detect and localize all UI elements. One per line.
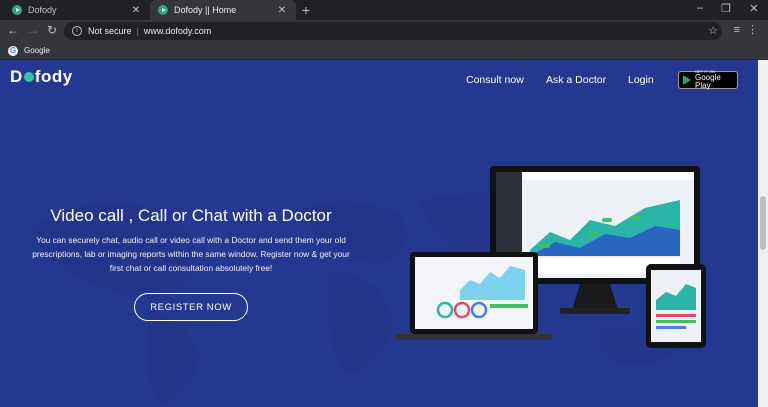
minimize-icon[interactable]: – [693,2,707,14]
close-tab-icon[interactable]: ✕ [276,5,288,16]
close-window-icon[interactable]: ✕ [747,2,761,15]
google-play-badge[interactable]: GET IT ON Google Play [678,70,738,90]
security-label: Not secure [88,26,132,36]
tab-strip: Dofody ✕ Dofody || Home ✕ + – ❐ ✕ [0,0,768,20]
hero-description: You can securely chat, audio call or vid… [32,235,350,273]
arrow-left-icon[interactable]: ← [6,23,20,37]
bookmark-google[interactable]: Google [24,46,50,55]
badge-big-text: Google Play [695,73,721,90]
google-icon: G [8,45,18,56]
divider: | [136,26,139,36]
nav-ask-a-doctor[interactable]: Ask a Doctor [546,74,606,86]
tab-dofody-home[interactable]: Dofody || Home ✕ [150,0,296,20]
tab-title: Dofody || Home [174,5,237,15]
devices-illustration [396,166,706,348]
star-icon[interactable]: ☆ [708,24,718,37]
arrow-right-icon[interactable]: → [26,23,40,37]
register-now-button[interactable]: REGISTER NOW [134,293,248,321]
dofody-logo[interactable]: Dfody [10,67,73,87]
logo-dot-icon [23,71,34,82]
dofody-favicon-icon [158,5,168,15]
close-tab-icon[interactable]: ✕ [130,5,142,16]
hero-title: Video call , Call or Chat with a Doctor [50,206,332,225]
tab-title: Dofody [28,5,57,15]
address-bar[interactable]: i Not secure | www.dofody.com [64,22,722,40]
tab-dofody[interactable]: Dofody ✕ [4,0,150,20]
google-play-icon [683,75,691,85]
nav-consult-now[interactable]: Consult now [466,74,524,86]
info-icon[interactable]: i [72,26,82,36]
scrollbar-thumb[interactable] [760,196,766,250]
extension-icon[interactable]: ≡ [734,24,740,36]
restore-icon[interactable]: ❐ [719,2,733,15]
url-text: www.dofody.com [143,26,212,36]
dofody-favicon-icon [12,5,22,15]
browser-toolbar: ← → ↻ i Not secure | www.dofody.com ☆ ≡ … [0,20,768,42]
reload-icon[interactable]: ↻ [45,23,59,37]
nav-login[interactable]: Login [628,74,654,86]
bookmarks-bar: G Google [0,42,768,60]
new-tab-icon[interactable]: + [299,2,313,18]
page-content: Dfody Consult now Ask a Doctor Login GET… [0,60,758,407]
kebab-menu-icon[interactable]: ⋮ [747,23,758,36]
